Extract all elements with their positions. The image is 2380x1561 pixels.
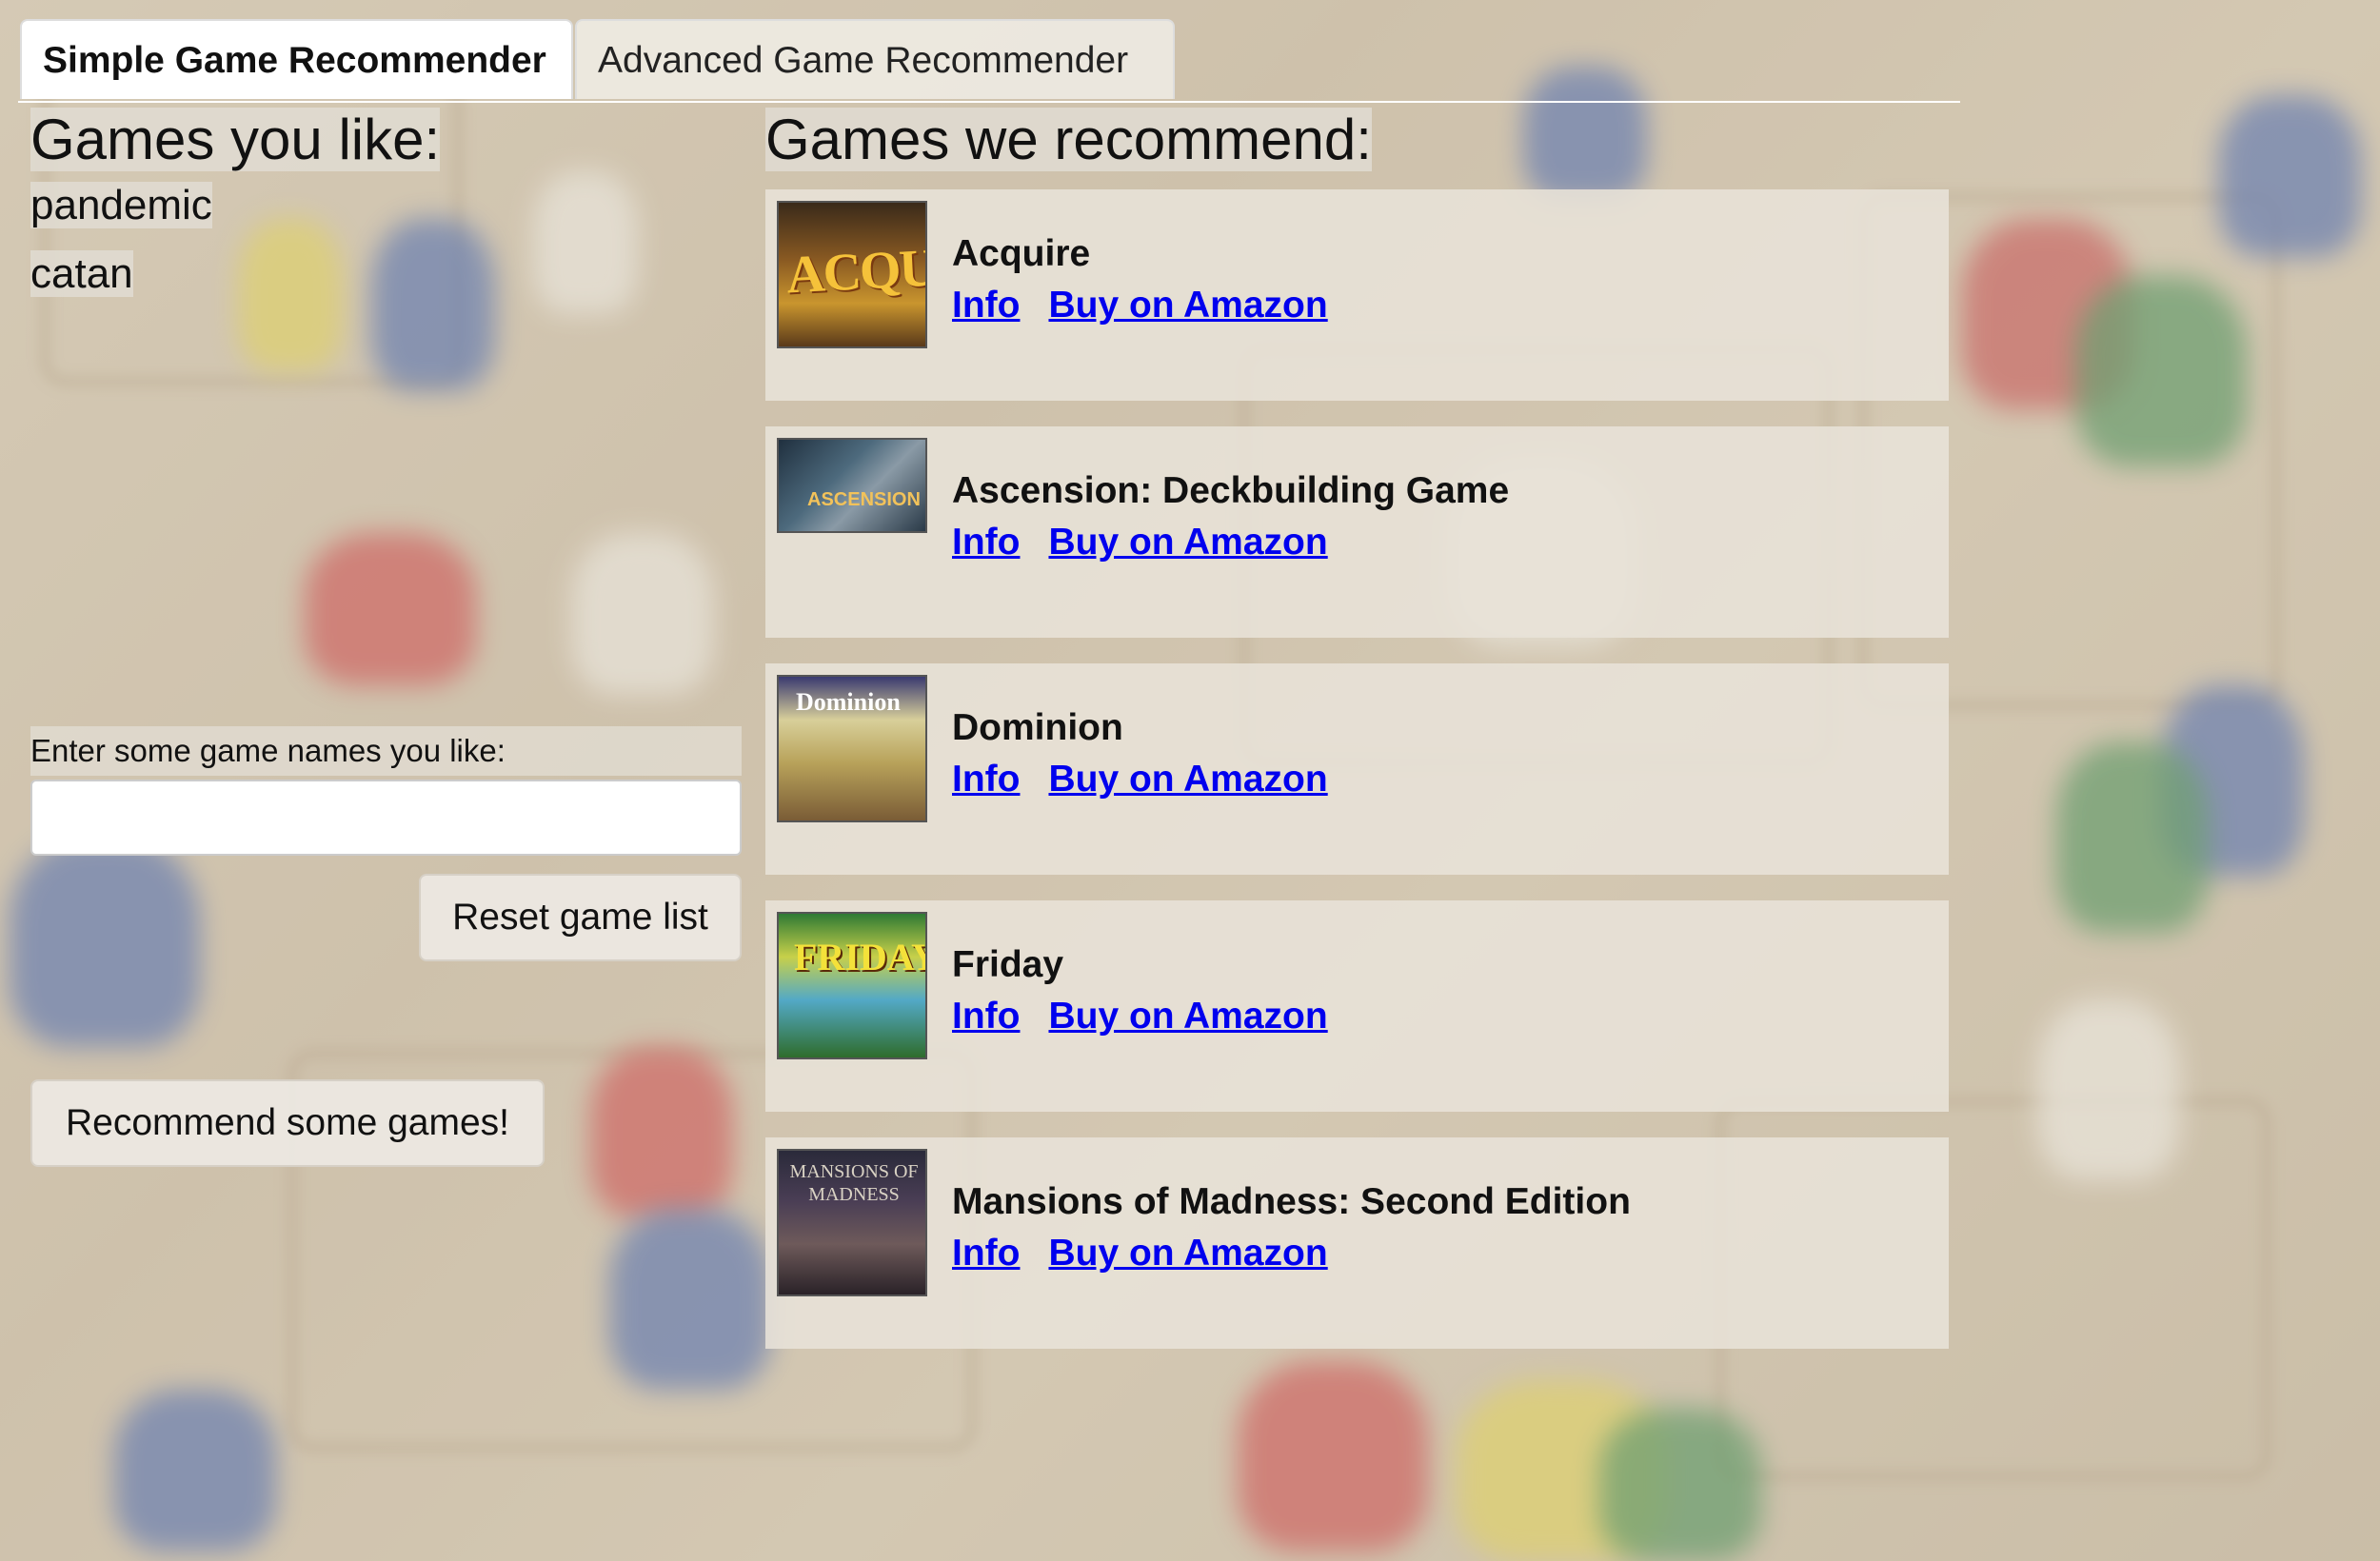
info-link[interactable]: Info — [952, 1233, 1020, 1274]
liked-game-item: pandemic — [30, 181, 212, 230]
buy-on-amazon-link[interactable]: Buy on Amazon — [1048, 759, 1327, 800]
game-entry-form: Enter some game names you like: — [30, 726, 742, 856]
tab-advanced-game-recommender[interactable]: Advanced Game Recommender — [575, 19, 1175, 99]
game-links: Info Buy on Amazon — [952, 996, 1357, 1037]
recommend-games-button[interactable]: Recommend some games! — [30, 1079, 545, 1167]
game-cover-image: MANSIONS OF MADNESS — [777, 1149, 927, 1296]
liked-games-list: pandemic catan — [30, 181, 212, 318]
game-title: Dominion — [952, 707, 1123, 748]
liked-game-item: catan — [30, 249, 212, 299]
cover-title-art: ASCENSION — [807, 489, 921, 510]
game-cover-image: ACQUIRE — [777, 201, 927, 348]
game-names-label: Enter some game names you like: — [30, 726, 742, 776]
game-links: Info Buy on Amazon — [952, 1233, 1357, 1274]
liked-game-name: pandemic — [30, 182, 212, 228]
cover-title-art: FRIDAY — [794, 936, 927, 978]
game-card: ASCENSION Ascension: Deckbuilding Game I… — [765, 426, 1949, 638]
tab-bar: Simple Game Recommender Advanced Game Re… — [18, 19, 1960, 103]
buy-on-amazon-link[interactable]: Buy on Amazon — [1048, 285, 1327, 326]
game-names-input[interactable] — [30, 780, 742, 856]
info-link[interactable]: Info — [952, 522, 1020, 563]
game-card: Dominion Dominion Info Buy on Amazon — [765, 663, 1949, 875]
buy-on-amazon-link[interactable]: Buy on Amazon — [1048, 522, 1327, 563]
reset-game-list-button[interactable]: Reset game list — [419, 874, 742, 961]
game-card: ACQUIRE Acquire Info Buy on Amazon — [765, 189, 1949, 401]
buy-on-amazon-link[interactable]: Buy on Amazon — [1048, 1233, 1327, 1274]
games-we-recommend-heading-text: Games we recommend: — [765, 108, 1372, 171]
game-cover-image: Dominion — [777, 675, 927, 822]
game-title: Mansions of Madness: Second Edition — [952, 1181, 1631, 1222]
games-you-like-heading-text: Games you like: — [30, 108, 441, 171]
buy-on-amazon-link[interactable]: Buy on Amazon — [1048, 996, 1327, 1037]
games-you-like-heading: Games you like: — [30, 105, 441, 175]
game-title: Friday — [952, 944, 1064, 985]
game-title: Ascension: Deckbuilding Game — [952, 470, 1510, 511]
cover-title-art: Dominion — [796, 688, 901, 716]
game-card: MANSIONS OF MADNESS Mansions of Madness:… — [765, 1137, 1949, 1349]
games-we-recommend-heading: Games we recommend: — [765, 105, 1372, 175]
app: Simple Game Recommender Advanced Game Re… — [0, 0, 2380, 1561]
game-cover-image: FRIDAY — [777, 912, 927, 1059]
game-card: FRIDAY Friday Info Buy on Amazon — [765, 900, 1949, 1112]
game-title: Acquire — [952, 233, 1091, 274]
cover-title-art: MANSIONS OF MADNESS — [789, 1161, 919, 1205]
tab-simple-game-recommender[interactable]: Simple Game Recommender — [20, 19, 573, 99]
info-link[interactable]: Info — [952, 759, 1020, 800]
game-cover-image: ASCENSION — [777, 438, 927, 533]
info-link[interactable]: Info — [952, 285, 1020, 326]
recommended-games-list: ACQUIRE Acquire Info Buy on Amazon ASCENS… — [765, 189, 1949, 1374]
cover-title-art: ACQUIRE — [784, 233, 927, 306]
info-link[interactable]: Info — [952, 996, 1020, 1037]
game-links: Info Buy on Amazon — [952, 285, 1357, 326]
game-links: Info Buy on Amazon — [952, 522, 1357, 563]
game-links: Info Buy on Amazon — [952, 759, 1357, 800]
liked-game-name: catan — [30, 250, 133, 297]
